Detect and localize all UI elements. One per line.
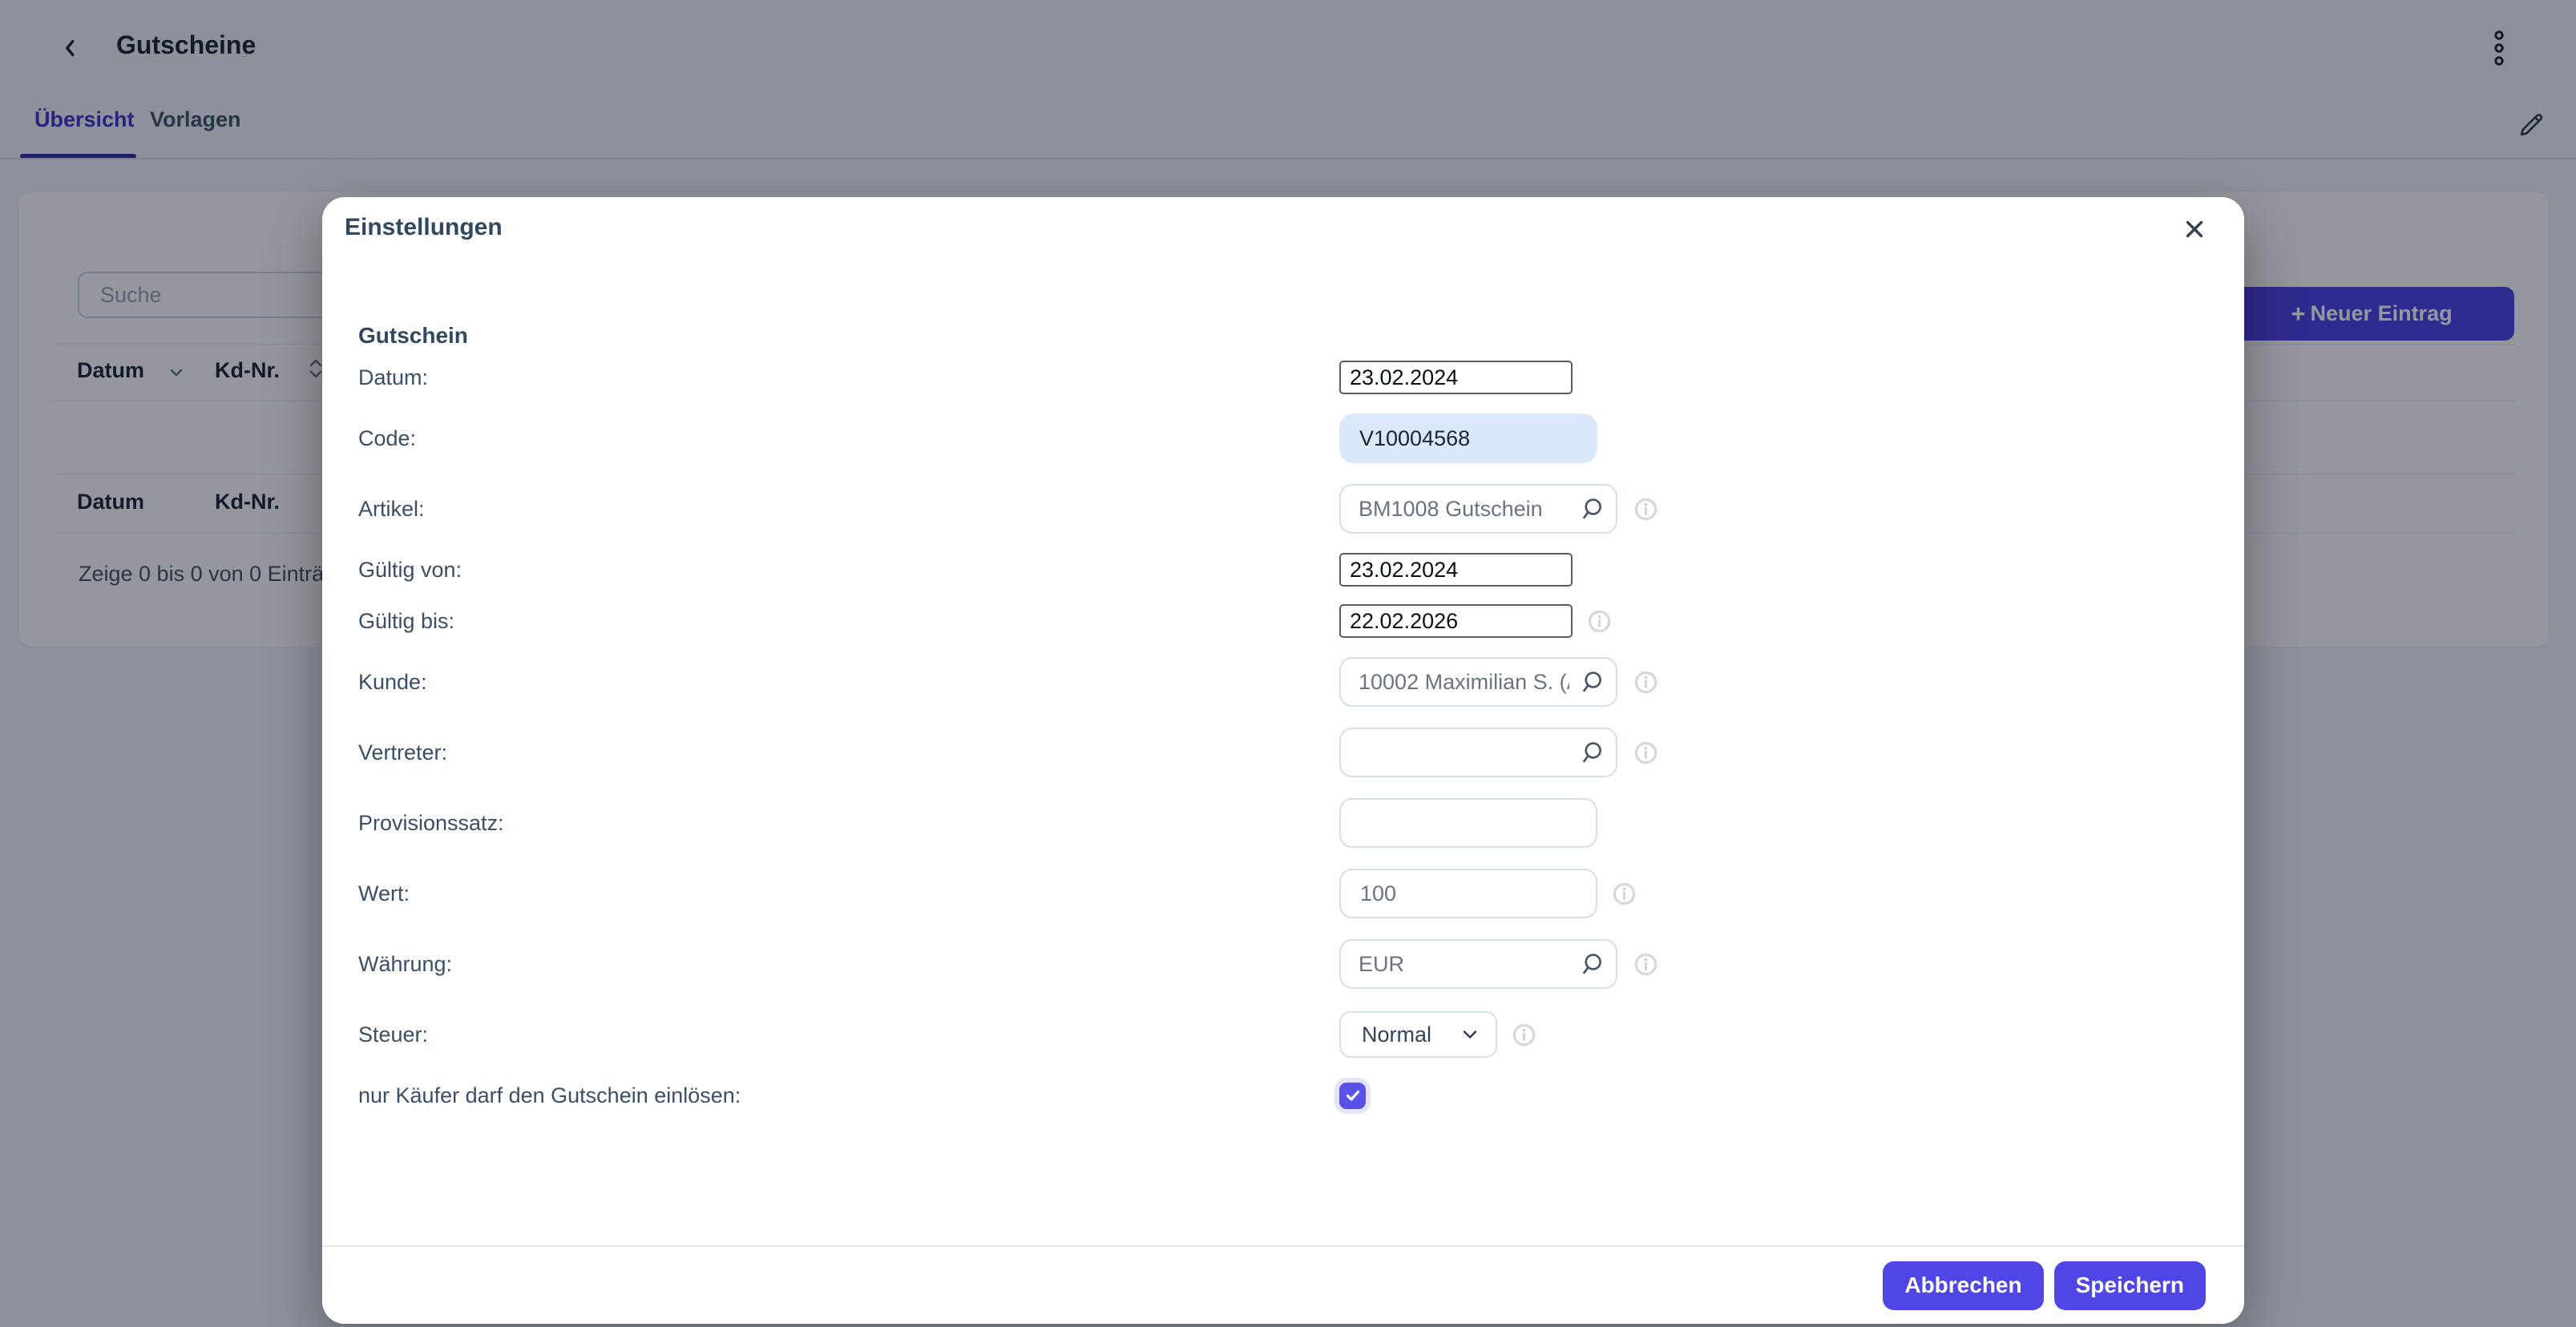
save-button[interactable]: Speichern — [2054, 1261, 2206, 1310]
field-label-artikel: Artikel: — [358, 497, 1339, 522]
form-row-steuer: Steuer: Normal — [358, 1011, 2212, 1058]
chevron-down-icon — [1459, 1025, 1481, 1044]
info-icon[interactable] — [1633, 497, 1658, 522]
search-icon[interactable] — [1579, 951, 1606, 978]
field-label-vertreter: Vertreter: — [358, 740, 1339, 765]
check-icon — [1343, 1086, 1363, 1105]
code-input[interactable] — [1339, 413, 1597, 463]
close-button[interactable] — [2177, 212, 2212, 247]
artikel-search-field — [1339, 484, 1617, 534]
datum-input[interactable] — [1339, 361, 1573, 394]
cancel-button[interactable]: Abbrechen — [1883, 1261, 2043, 1310]
form-row-code: Code: — [358, 413, 2212, 463]
artikel-input[interactable] — [1341, 486, 1616, 532]
form-row-artikel: Artikel: — [358, 484, 2212, 534]
modal-footer: Abbrechen Speichern — [322, 1245, 2244, 1324]
form-row-gueltig-von: Gültig von: — [358, 553, 2212, 587]
field-label-gueltig-bis: Gültig bis: — [358, 609, 1339, 634]
gueltig-von-input[interactable] — [1339, 553, 1573, 587]
gueltig-bis-input[interactable] — [1339, 604, 1573, 638]
form-row-provisionssatz: Provisionssatz: — [358, 798, 2212, 848]
field-label-provisionssatz: Provisionssatz: — [358, 811, 1339, 836]
info-icon[interactable] — [1633, 740, 1658, 765]
field-label-gueltig-von: Gültig von: — [358, 558, 1339, 583]
section-title: Gutschein — [358, 323, 468, 349]
form-row-datum: Datum: — [358, 361, 2212, 394]
field-label-datum: Datum: — [358, 365, 1339, 390]
form-row-wert: Wert: — [358, 869, 2212, 918]
wert-input[interactable] — [1339, 869, 1597, 918]
info-icon[interactable] — [1612, 881, 1637, 906]
kunde-input[interactable] — [1341, 659, 1616, 705]
info-icon[interactable] — [1512, 1022, 1536, 1047]
modal-title: Einstellungen — [345, 214, 503, 241]
info-icon[interactable] — [1587, 609, 1612, 634]
steuer-select[interactable]: Normal — [1339, 1011, 1497, 1058]
vertreter-search-field — [1339, 728, 1617, 777]
settings-modal: Einstellungen Gutschein Datum: Code: Art… — [322, 197, 2244, 1324]
search-icon[interactable] — [1579, 669, 1606, 696]
vertreter-input[interactable] — [1341, 729, 1616, 776]
field-label-steuer: Steuer: — [358, 1022, 1339, 1047]
waehrung-search-field — [1339, 939, 1617, 989]
info-icon[interactable] — [1633, 670, 1658, 695]
search-icon[interactable] — [1579, 496, 1606, 523]
field-label-nur-kaeufer: nur Käufer darf den Gutschein einlösen: — [358, 1083, 1339, 1108]
field-label-kunde: Kunde: — [358, 670, 1339, 695]
kunde-search-field — [1339, 657, 1617, 707]
field-label-wert: Wert: — [358, 881, 1339, 906]
search-icon[interactable] — [1579, 740, 1606, 767]
provisionssatz-input[interactable] — [1339, 798, 1597, 848]
steuer-selected-value: Normal — [1362, 1022, 1431, 1047]
form-row-waehrung: Währung: — [358, 939, 2212, 989]
info-icon[interactable] — [1633, 952, 1658, 977]
field-label-code: Code: — [358, 426, 1339, 451]
form-row-gueltig-bis: Gültig bis: — [358, 604, 2212, 638]
form-row-kunde: Kunde: — [358, 657, 2212, 707]
nur-kaeufer-checkbox[interactable] — [1339, 1083, 1366, 1109]
close-icon — [2181, 216, 2208, 243]
field-label-waehrung: Währung: — [358, 952, 1339, 977]
form-row-nur-kaeufer: nur Käufer darf den Gutschein einlösen: — [358, 1079, 2212, 1111]
waehrung-input[interactable] — [1341, 941, 1616, 987]
form-row-vertreter: Vertreter: — [358, 728, 2212, 777]
